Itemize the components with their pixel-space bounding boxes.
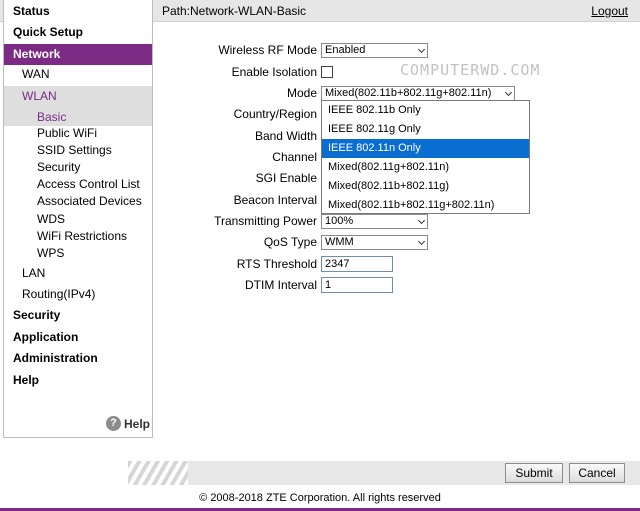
nav-basic[interactable]: Basic <box>4 109 152 126</box>
mode-option-mixed-bg[interactable]: Mixed(802.11b+802.11g) <box>322 177 529 196</box>
copyright-footer: © 2008-2018 ZTE Corporation. All rights … <box>0 486 640 511</box>
mode-option-mixed-bgn[interactable]: Mixed(802.11b+802.11g+802.11n) <box>322 196 529 215</box>
chevron-down-icon <box>504 88 513 97</box>
chevron-down-icon <box>417 45 426 54</box>
chevron-down-icon <box>417 216 426 225</box>
nav-application[interactable]: Application <box>4 327 152 348</box>
nav-wan[interactable]: WAN <box>4 64 152 85</box>
nav-status[interactable]: Status <box>4 1 152 22</box>
mode-option-mixed-gn[interactable]: Mixed(802.11g+802.11n) <box>322 158 529 177</box>
nav-wps[interactable]: WPS <box>4 245 152 262</box>
nav-lan[interactable]: LAN <box>4 263 152 284</box>
nav-wlan[interactable]: WLAN <box>4 86 152 107</box>
nav-quick-setup[interactable]: Quick Setup <box>4 22 152 43</box>
watermark: COMPUTERWD.COM <box>400 61 541 79</box>
wireless-rf-mode-select[interactable]: Enabled <box>321 43 428 58</box>
nav-wifi-restrictions[interactable]: WiFi Restrictions <box>4 228 152 245</box>
mode-option-11g-only[interactable]: IEEE 802.11g Only <box>322 120 529 139</box>
help-label: Help <box>124 416 151 431</box>
nav-administration[interactable]: Administration <box>4 348 152 369</box>
nav-help[interactable]: Help <box>4 370 152 391</box>
submit-button[interactable]: Submit <box>505 463 563 483</box>
action-bar-stripes <box>128 461 188 485</box>
label-sgi-enable: SGI Enable <box>255 171 317 185</box>
transmitting-power-select[interactable]: 100% <box>321 214 428 229</box>
nav-routing[interactable]: Routing(IPv4) <box>4 284 152 305</box>
mode-option-11b-only[interactable]: IEEE 802.11b Only <box>322 101 529 120</box>
nav-security[interactable]: Security <box>4 305 152 326</box>
label-mode: Mode <box>286 86 317 100</box>
mode-dropdown-list: IEEE 802.11b Only IEEE 802.11g Only IEEE… <box>321 100 530 214</box>
nav-wlan-security[interactable]: Security <box>4 159 152 176</box>
label-rts-threshold: RTS Threshold <box>236 257 317 271</box>
qos-type-select[interactable]: WMM <box>321 235 428 250</box>
chevron-down-icon <box>417 237 426 246</box>
nav-access-control-list[interactable]: Access Control List <box>4 176 152 193</box>
label-wireless-rf-mode: Wireless RF Mode <box>218 43 317 57</box>
nav-ssid-settings[interactable]: SSID Settings <box>4 142 152 159</box>
enable-isolation-checkbox[interactable] <box>321 66 333 78</box>
label-qos-type: QoS Type <box>263 235 317 249</box>
cancel-button[interactable]: Cancel <box>569 463 625 483</box>
label-transmitting-power: Transmitting Power <box>214 214 317 228</box>
label-band-width: Band Width <box>254 129 317 143</box>
label-country-region: Country/Region <box>233 107 317 121</box>
nav-network[interactable]: Network <box>4 44 152 65</box>
nav-associated-devices[interactable]: Associated Devices <box>4 193 152 210</box>
qos-type-value: WMM <box>325 236 354 248</box>
label-enable-isolation: Enable Isolation <box>231 65 317 79</box>
help-button[interactable]: ? Help <box>106 416 150 431</box>
mode-select[interactable]: Mixed(802.11b+802.11g+802.11n) <box>321 86 515 101</box>
question-icon: ? <box>106 416 121 431</box>
mode-value: Mixed(802.11b+802.11g+802.11n) <box>325 87 492 99</box>
wireless-rf-mode-value: Enabled <box>325 44 366 56</box>
label-dtim-interval: DTIM Interval <box>244 278 317 292</box>
nav-public-wifi[interactable]: Public WiFi <box>4 125 152 142</box>
mode-option-11n-only[interactable]: IEEE 802.11n Only <box>322 139 529 158</box>
label-beacon-interval: Beacon Interval <box>233 193 317 207</box>
rts-threshold-input[interactable]: 2347 <box>321 256 393 272</box>
logout-link[interactable]: Logout <box>591 4 628 18</box>
action-bar <box>128 461 640 485</box>
nav-wds[interactable]: WDS <box>4 211 152 228</box>
dtim-interval-input[interactable]: 1 <box>321 277 393 293</box>
sidebar: Status Quick Setup Network WAN WLAN Basi… <box>3 0 153 438</box>
transmitting-power-value: 100% <box>325 215 354 227</box>
label-channel: Channel <box>272 150 317 164</box>
breadcrumb-path: Path:Network-WLAN-Basic <box>162 4 307 18</box>
